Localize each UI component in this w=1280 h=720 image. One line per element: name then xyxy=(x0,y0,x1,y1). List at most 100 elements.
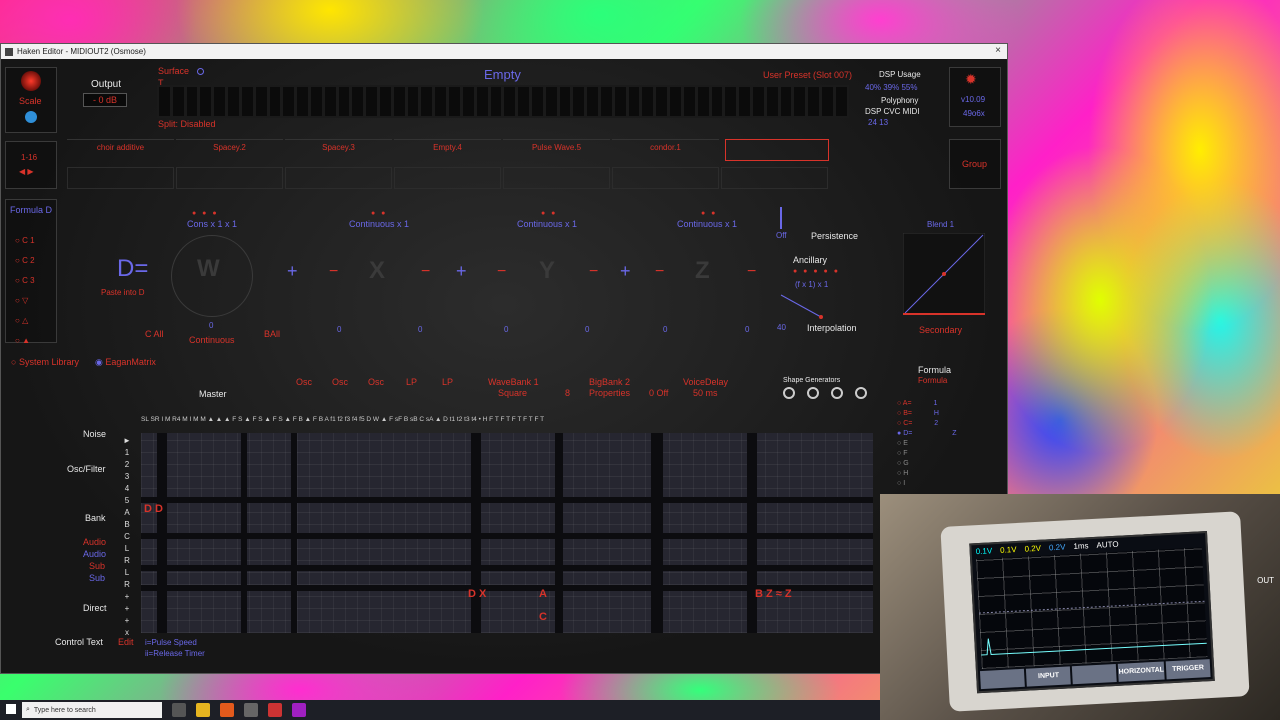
app-icon-1[interactable] xyxy=(244,703,258,717)
continuous-label-1[interactable]: Continuous x 1 xyxy=(349,219,409,229)
zero-2: 0 xyxy=(418,325,423,334)
slot-row2-6[interactable] xyxy=(612,167,719,189)
header-osc-1: Osc xyxy=(296,377,313,387)
preset-slot-6[interactable]: condor.1 xyxy=(612,139,719,161)
channel-range[interactable]: 1-16 xyxy=(21,153,37,162)
file-explorer-icon[interactable] xyxy=(196,703,210,717)
formula-side-c[interactable]: ○ C= 2 xyxy=(897,419,957,429)
edit-button[interactable]: Edit xyxy=(118,637,134,647)
output-value[interactable]: - 0 dB xyxy=(83,93,127,107)
shape-generator-knobs[interactable] xyxy=(783,387,867,399)
scale-knob[interactable] xyxy=(21,71,41,91)
eaganmatrix-option[interactable]: ◉ EaganMatrix xyxy=(95,357,156,368)
continuous-label-3[interactable]: Continuous x 1 xyxy=(677,219,737,229)
routing-matrix[interactable] xyxy=(141,433,873,633)
close-icon[interactable]: × xyxy=(995,45,1001,56)
slot-row2-7[interactable] xyxy=(721,167,828,189)
cons-label[interactable]: Cons x 1 x 1 xyxy=(187,219,237,229)
preset-slot-1[interactable]: choir additive xyxy=(67,139,174,161)
b-all-label[interactable]: BAll xyxy=(264,329,280,339)
continuous-bottom[interactable]: Continuous xyxy=(189,335,235,345)
system-library-option[interactable]: ○ System Library xyxy=(11,357,79,367)
group-button[interactable]: Group xyxy=(962,159,987,169)
formula-item-c3[interactable]: ○ C 3 xyxy=(15,271,35,291)
formula-item-fill[interactable]: ○ ▲ xyxy=(15,331,35,351)
header-osc-2: Osc xyxy=(332,377,349,387)
scale-indicator[interactable] xyxy=(25,111,37,123)
slot-row2-4[interactable] xyxy=(394,167,501,189)
formula-item-c2[interactable]: ○ C 2 xyxy=(15,251,35,271)
polyphony-cols: DSP CVC MIDI xyxy=(865,107,920,116)
windows-start-icon[interactable] xyxy=(6,704,16,714)
matrix-mark-c[interactable]: C xyxy=(539,611,547,623)
cont2-dots: ● ● xyxy=(541,210,558,217)
polyphony-nums: 24 13 xyxy=(868,118,889,127)
scope-btn-3[interactable] xyxy=(1072,663,1118,685)
matrix-mark-a[interactable]: A xyxy=(539,588,547,600)
matrix-mark-dx[interactable]: D X xyxy=(468,588,486,600)
channel-arrows[interactable]: ◀ ▶ xyxy=(19,167,34,176)
op-minus-5[interactable]: − xyxy=(655,263,664,281)
formula-side-f[interactable]: ○ F xyxy=(897,449,957,459)
app-icon xyxy=(5,47,13,56)
w-letter: W xyxy=(197,255,220,282)
ancillary-label: Ancillary xyxy=(793,255,828,265)
scope-btn-input[interactable]: INPUT xyxy=(1026,666,1072,687)
scope-btn-1[interactable] xyxy=(979,668,1025,690)
gear-icon[interactable]: ✹ xyxy=(965,71,977,88)
c-all-label[interactable]: C All xyxy=(145,329,164,339)
task-view-icon[interactable] xyxy=(172,703,186,717)
taskbar-search[interactable]: ⌕ Type here to search xyxy=(22,702,162,718)
formula-item-up[interactable]: ○ △ xyxy=(15,311,35,331)
op-minus-1[interactable]: − xyxy=(329,263,338,281)
keyboard-strip[interactable] xyxy=(157,85,849,118)
user-preset-label[interactable]: User Preset (Slot 007) xyxy=(763,70,852,80)
surface-toggle[interactable] xyxy=(197,68,204,75)
op-plus-2[interactable]: + xyxy=(456,261,467,282)
formula-item-c1[interactable]: ○ C 1 xyxy=(15,231,35,251)
preset-slot-2[interactable]: Spacey.2 xyxy=(176,139,283,161)
scope-btn-trigger[interactable]: TRIGGER xyxy=(1165,659,1211,680)
header-osc-3: Osc xyxy=(368,377,385,387)
fx-label[interactable]: (f x 1) x 1 xyxy=(795,280,828,289)
formula-item-down[interactable]: ○ ▽ xyxy=(15,291,35,311)
formula-side-g[interactable]: ○ G xyxy=(897,459,957,469)
audio-label-2: Audio xyxy=(83,549,107,559)
op-plus-3[interactable]: + xyxy=(620,261,631,282)
preset-slot-3[interactable]: Spacey.3 xyxy=(285,139,392,161)
app-icon-2[interactable] xyxy=(268,703,282,717)
preset-slot-5[interactable]: Pulse Wave.5 xyxy=(503,139,610,161)
op-minus-6[interactable]: − xyxy=(747,263,756,281)
search-icon: ⌕ xyxy=(26,706,30,713)
formula-side-a[interactable]: ○ A= 1 xyxy=(897,399,957,409)
slot-row2-3[interactable] xyxy=(285,167,392,189)
scope-btn-horizontal[interactable]: HORIZONTAL xyxy=(1118,661,1165,682)
blend-graph[interactable] xyxy=(903,233,985,315)
formula-side-e[interactable]: ○ E xyxy=(897,439,957,449)
continuous-label-2[interactable]: Continuous x 1 xyxy=(517,219,577,229)
paste-into-d[interactable]: Paste into D xyxy=(101,288,145,297)
op-minus-4[interactable]: − xyxy=(589,263,598,281)
title-bar: Haken Editor - MIDIOUT2 (Osmose) × xyxy=(1,44,1007,59)
formula-side-i[interactable]: ○ I xyxy=(897,479,957,489)
firefox-icon[interactable] xyxy=(220,703,234,717)
preset-slot-7[interactable] xyxy=(725,139,829,161)
op-minus-3[interactable]: − xyxy=(497,263,506,281)
op-minus-2[interactable]: − xyxy=(421,263,430,281)
matrix-mark-dd[interactable]: D D xyxy=(144,503,163,515)
formula-side-d[interactable]: ● D= Z xyxy=(897,429,957,439)
app-icon-3[interactable] xyxy=(292,703,306,717)
persistence-slider[interactable] xyxy=(780,207,782,229)
split-status[interactable]: Split: Disabled xyxy=(158,119,216,129)
slot-row2-5[interactable] xyxy=(503,167,610,189)
interpolation-line[interactable] xyxy=(777,291,827,321)
slot-row2-1[interactable] xyxy=(67,167,174,189)
formula-side-b[interactable]: ○ B= H xyxy=(897,409,957,419)
preset-slot-4[interactable]: Empty.4 xyxy=(394,139,501,161)
matrix-mark-bz[interactable]: B Z ≈ Z xyxy=(755,588,792,600)
slot-row2-2[interactable] xyxy=(176,167,283,189)
off-label[interactable]: Off xyxy=(776,231,787,240)
control-text-2: ii=Release Timer xyxy=(145,649,205,658)
formula-side-h[interactable]: ○ H xyxy=(897,469,957,479)
op-plus-1[interactable]: + xyxy=(287,261,298,282)
